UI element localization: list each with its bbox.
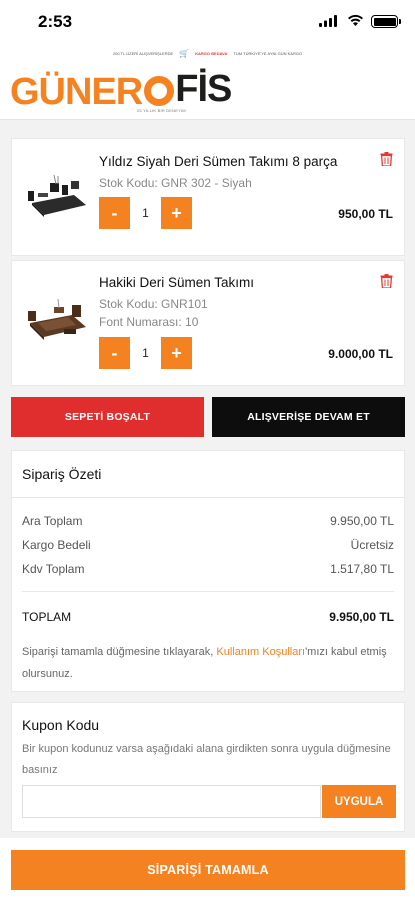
cellular-signal-icon (319, 15, 337, 27)
product-price: 950,00 TL (338, 207, 393, 221)
logo[interactable]: GÜNER FİS (10, 68, 232, 113)
product-name[interactable]: Hakiki Deri Sümen Takımı (99, 275, 254, 290)
product-image (28, 298, 86, 340)
terms-link[interactable]: Kullanım Koşulları (216, 646, 305, 658)
order-summary: Sipariş Özeti Ara Toplam 9.950,00 TL Kar… (11, 450, 405, 692)
logo-right: FİS (175, 68, 232, 110)
increase-button[interactable]: + (161, 337, 192, 369)
promo-highlight: KARGO BEDAVA (195, 50, 228, 56)
coupon-title: Kupon Kodu (22, 717, 100, 733)
cart-item: Yıldız Siyah Deri Sümen Takımı 8 parça S… (11, 138, 405, 256)
status-time: 2:53 (38, 12, 73, 31)
terms-prefix: Siparişi tamamla düğmesine tıklayarak, (22, 646, 214, 658)
cart-actions: SEPETİ BOŞALT ALIŞVERİŞE DEVAM ET (11, 397, 405, 437)
continue-shopping-button[interactable]: ALIŞVERİŞE DEVAM ET (212, 397, 405, 437)
shipping-row: Kargo Bedeli Ücretsiz (22, 538, 394, 552)
coupon-description: Bir kupon kodunuz varsa aşağıdaki alana … (22, 743, 391, 776)
logo-left: GÜNER (10, 71, 143, 113)
product-price: 9.000,00 TL (328, 347, 393, 361)
product-image (28, 174, 86, 217)
promo-bar: 200 TL ÜZERİ ALIŞVERİŞLERDE 🛒 KARGO BEDA… (0, 44, 415, 62)
summary-title: Sipariş Özeti (22, 466, 102, 482)
checkout-footer: SİPARİŞİ TAMAMLA (0, 838, 415, 900)
logo-ring-icon (144, 76, 175, 106)
header: GÜNER FİS 25 YILLIK BİR DENEYİM (0, 62, 415, 120)
product-name[interactable]: Yıldız Siyah Deri Sümen Takımı 8 parça (99, 154, 337, 169)
subtotal-row: Ara Toplam 9.950,00 TL (22, 514, 394, 528)
product-sku: Stok Kodu: GNR101 (99, 297, 208, 311)
quantity-stepper: - 1 + (99, 337, 192, 369)
product-font-number: Font Numarası: 10 (99, 315, 199, 329)
promo-right-text: TÜM TÜRKİYE'YE AYNI GÜN KARGO (233, 50, 303, 56)
tax-value: 1.517,80 TL (330, 562, 394, 576)
total-value: 9.950,00 TL (329, 610, 394, 624)
quantity-stepper: - 1 + (99, 197, 192, 229)
shipping-label: Kargo Bedeli (22, 538, 91, 552)
cart-icon: 🛒 (179, 48, 190, 58)
tax-label: Kdv Toplam (22, 562, 85, 576)
coupon-section: Kupon Kodu Bir kupon kodunuz varsa aşağı… (11, 702, 405, 832)
subtotal-label: Ara Toplam (22, 514, 83, 528)
tax-row: Kdv Toplam 1.517,80 TL (22, 562, 394, 576)
divider (12, 497, 404, 498)
divider (22, 591, 394, 592)
wifi-icon (348, 14, 363, 26)
product-sku: Stok Kodu: GNR 302 - Siyah (99, 176, 252, 190)
cart-item: Hakiki Deri Sümen Takımı Stok Kodu: GNR1… (11, 260, 405, 386)
decrease-button[interactable]: - (99, 197, 130, 229)
battery-icon (371, 15, 401, 28)
trash-icon[interactable] (380, 152, 393, 166)
total-label: TOPLAM (22, 610, 72, 624)
empty-cart-button[interactable]: SEPETİ BOŞALT (11, 397, 204, 437)
coupon-input[interactable] (22, 785, 321, 818)
complete-order-button[interactable]: SİPARİŞİ TAMAMLA (11, 850, 405, 890)
total-row: TOPLAM 9.950,00 TL (22, 610, 394, 624)
terms-notice: Siparişi tamamla düğmesine tıklayarak, K… (22, 641, 390, 685)
apply-coupon-button[interactable]: UYGULA (322, 785, 396, 818)
quantity-value[interactable]: 1 (130, 337, 161, 369)
trash-icon[interactable] (380, 274, 393, 288)
logo-tagline: 25 YILLIK BİR DENEYİM (137, 108, 186, 113)
increase-button[interactable]: + (161, 197, 192, 229)
promo-left-text: 200 TL ÜZERİ ALIŞVERİŞLERDE (112, 50, 174, 56)
status-bar: 2:53 (0, 0, 415, 44)
quantity-value[interactable]: 1 (130, 197, 161, 229)
decrease-button[interactable]: - (99, 337, 130, 369)
shipping-value: Ücretsiz (350, 538, 394, 552)
subtotal-value: 9.950,00 TL (330, 514, 394, 528)
